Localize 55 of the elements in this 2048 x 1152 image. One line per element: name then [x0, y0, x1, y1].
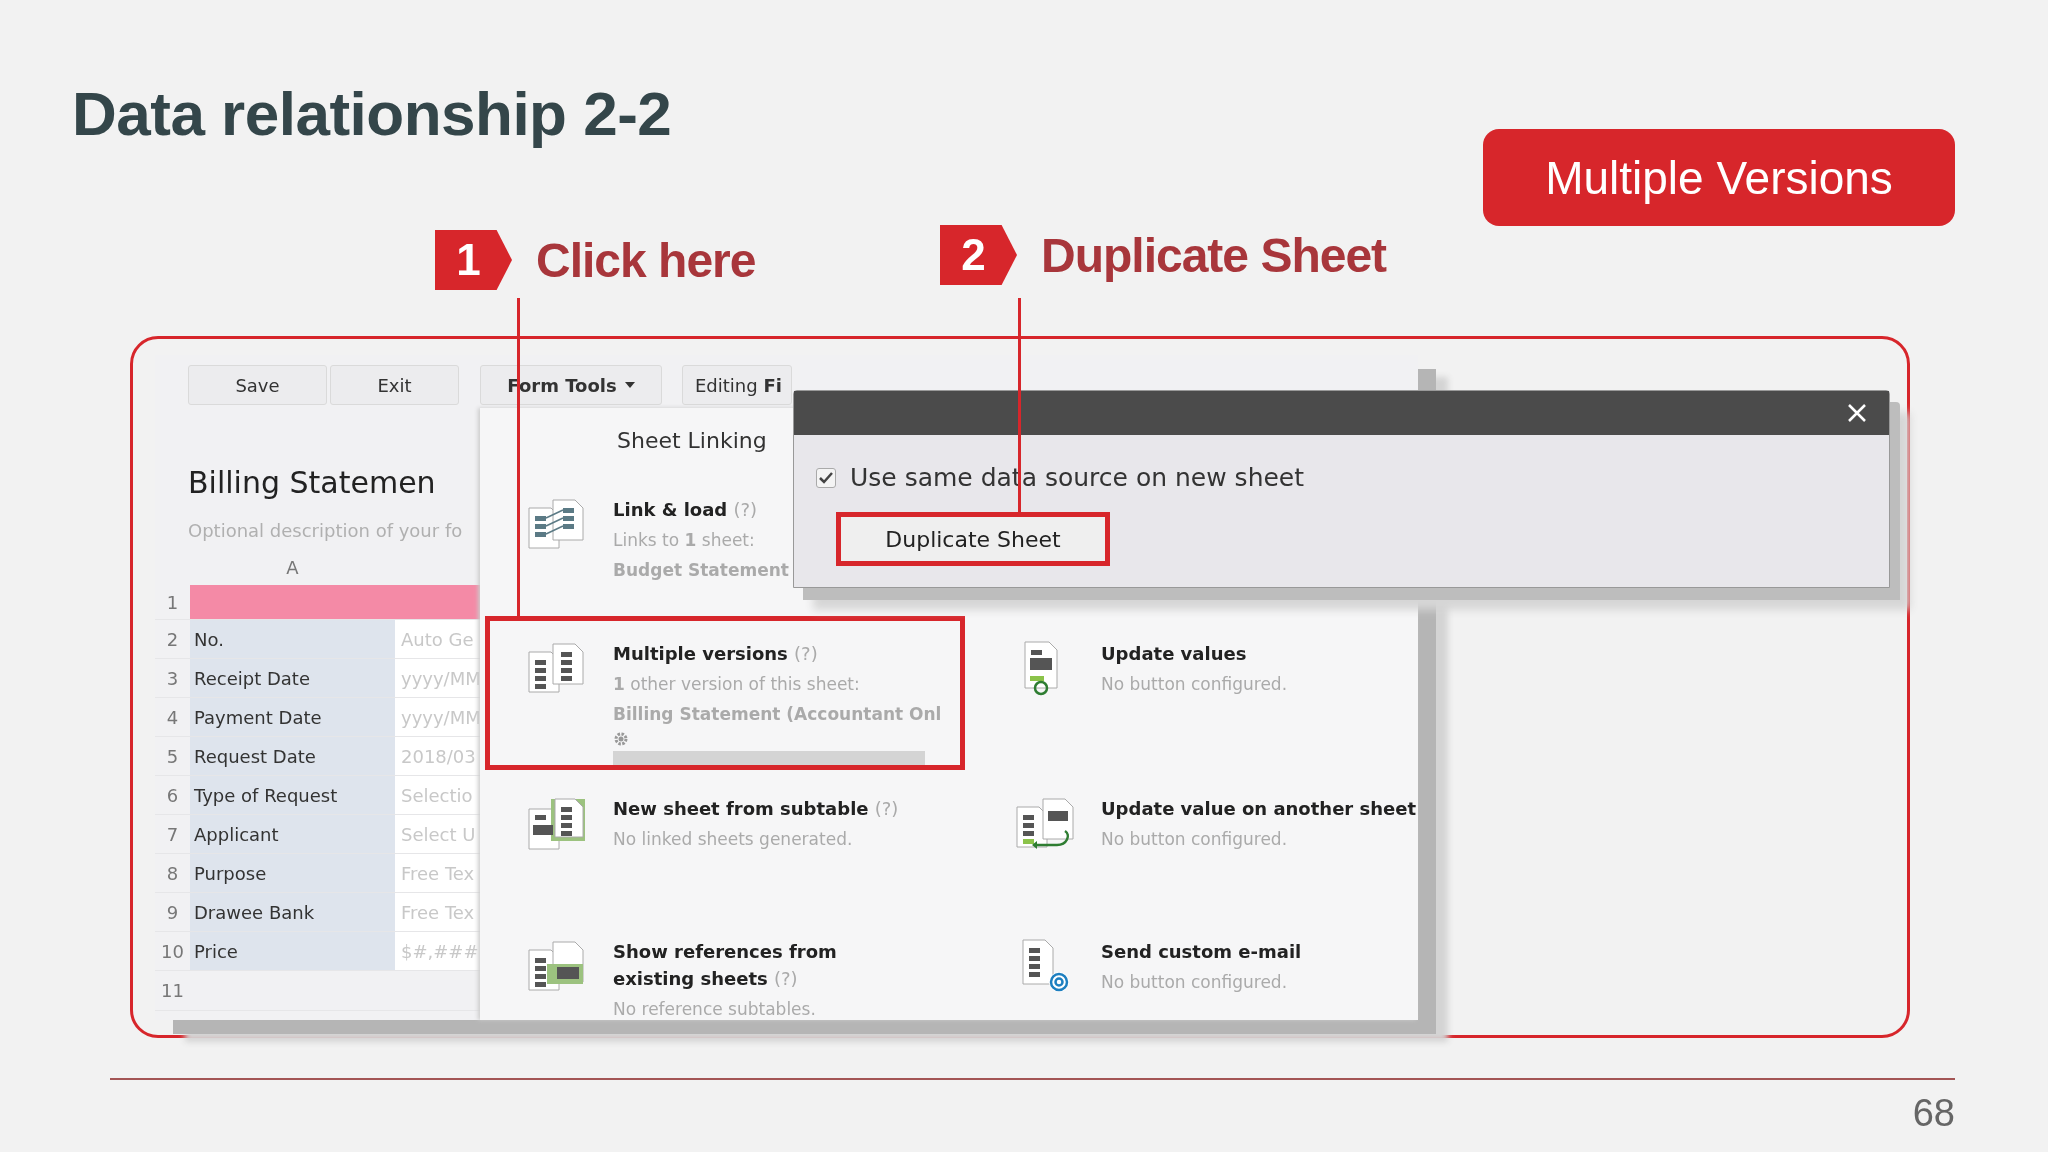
menu-item-title[interactable]: Show references from existing sheets (?)	[613, 938, 913, 992]
toolbar-button[interactable]: Editing Fi	[682, 365, 792, 405]
row-number: 4	[165, 705, 180, 730]
menu-item-note: No button configured.	[1101, 673, 1288, 696]
column-header: A	[285, 556, 300, 580]
row-number: 2	[165, 627, 180, 652]
close-icon[interactable]	[1847, 403, 1867, 423]
topic-badge: Multiple Versions	[1483, 129, 1955, 226]
menu-item-note: Budget Statement	[613, 559, 789, 582]
menu-item-title[interactable]: Link & load (?)	[613, 496, 789, 523]
slide-title: Data relationship 2-2	[72, 78, 672, 149]
menu-item-note: No linked sheets generated.	[613, 828, 854, 851]
field-label: No.	[190, 620, 395, 658]
field-label: Payment Date	[190, 698, 395, 736]
step-number: 2	[940, 225, 1017, 285]
menu-item-note: Billing Statement (Accountant Onl	[613, 703, 942, 726]
row-number: 1	[165, 590, 180, 615]
page-number: 68	[1912, 1092, 1955, 1135]
row-number: 9	[165, 900, 180, 925]
menu-item-note: Links to 1 sheet:	[613, 529, 756, 552]
field-label: Type of Request	[190, 776, 395, 814]
row-number: 6	[165, 783, 180, 808]
row-number: 10	[160, 939, 185, 964]
menu-item-title[interactable]: Send custom e-mail	[1101, 938, 1302, 965]
menu-item-note: No reference subtables.	[613, 998, 817, 1021]
form-description: Optional description of your fo	[187, 519, 464, 543]
caret-icon	[624, 382, 635, 388]
row-number: 5	[165, 744, 180, 769]
step-number: 1	[435, 230, 512, 290]
menu-item-note: 1 other version of this sheet:	[613, 673, 861, 696]
menu-item-note: No button configured.	[1101, 971, 1289, 994]
menu-item-title[interactable]: Update value on another sheet	[1101, 795, 1417, 822]
checkbox[interactable]	[816, 467, 836, 488]
menu-item-title[interactable]: Update values	[1101, 640, 1288, 667]
step-caption: Duplicate Sheet	[1041, 227, 1387, 283]
form-title: Billing Statemen	[187, 464, 437, 502]
step-caption: Click here	[536, 232, 756, 288]
row-number: 3	[165, 666, 180, 691]
menu-item-title[interactable]: New sheet from subtable (?)	[613, 795, 899, 822]
menu-heading: Sheet Linking	[617, 428, 767, 453]
row-number: 7	[165, 822, 180, 847]
duplicate-button[interactable]: Duplicate Sheet	[836, 512, 1110, 566]
field-label: Request Date	[190, 737, 395, 775]
toolbar-button[interactable]: Save	[188, 365, 327, 405]
field-label: Price	[190, 932, 395, 970]
menu-item-note: No button configured.	[1101, 828, 1289, 851]
field-label: Receipt Date	[190, 659, 395, 697]
field-label: Applicant	[190, 815, 395, 853]
row-number: 8	[165, 861, 180, 886]
field-label: Drawee Bank	[190, 893, 395, 931]
gear-icon[interactable]	[613, 731, 629, 747]
menu-item-title[interactable]: Multiple versions (?)	[613, 640, 913, 667]
toolbar-button[interactable]: Exit	[330, 365, 459, 405]
field-label: Purpose	[190, 854, 395, 892]
row-number: 11	[160, 979, 185, 1003]
